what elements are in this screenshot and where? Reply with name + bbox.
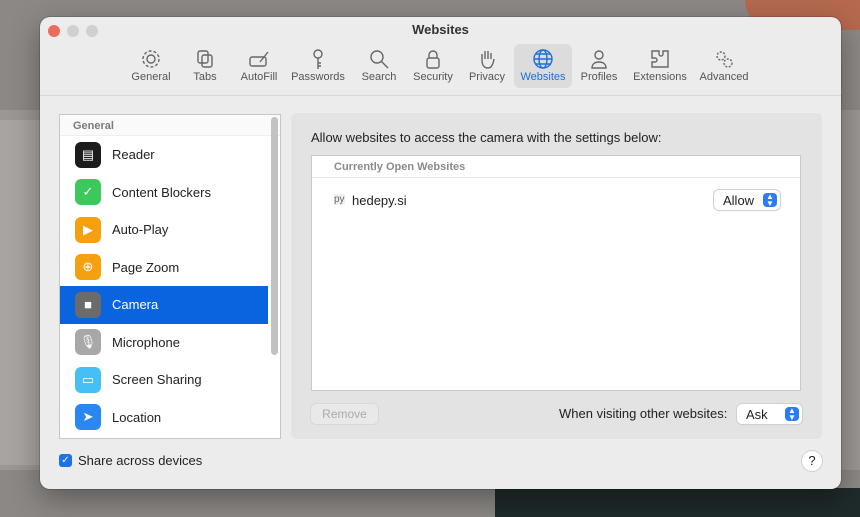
- gear-icon: [129, 48, 173, 70]
- lock-icon: [409, 48, 457, 70]
- play-icon: ▶: [75, 216, 101, 243]
- sidebar-item-label: Camera: [112, 297, 159, 313]
- tab-label: Tabs: [193, 71, 217, 83]
- search-icon: [358, 48, 400, 70]
- puzzle-icon: [629, 48, 691, 70]
- sidebar-item-label: Location: [112, 409, 162, 425]
- remove-button[interactable]: Remove: [311, 404, 378, 424]
- zoom-icon: ⊕: [75, 254, 101, 281]
- site-permission-value: Allow: [723, 193, 755, 208]
- sidebar-item-label: Microphone: [112, 334, 180, 350]
- tab-privacy[interactable]: Privacy: [465, 44, 509, 88]
- tab-label: Extensions: [633, 71, 687, 83]
- tab-label: Security: [413, 71, 453, 83]
- sidebar-item-camera[interactable]: ■ Camera: [60, 286, 268, 324]
- tab-label: AutoFill: [240, 71, 278, 83]
- person-icon: [577, 48, 621, 70]
- share-label: Share across devices: [78, 453, 203, 468]
- tab-label: Privacy: [468, 71, 506, 83]
- panel-description: Allow websites to access the camera with…: [311, 130, 662, 145]
- sidebar-item-location[interactable]: ➤ Location: [60, 399, 268, 437]
- location-icon: ➤: [75, 404, 101, 431]
- tab-label: Passwords: [291, 71, 345, 83]
- table-header: Currently Open Websites: [312, 156, 800, 178]
- sidebar-header: General: [60, 115, 280, 136]
- site-name: hedepy.si: [352, 193, 407, 208]
- sidebar-item-microphone[interactable]: 🎙 Microphone: [60, 324, 268, 362]
- sidebar-item-page-zoom[interactable]: ⊕ Page Zoom: [60, 249, 268, 287]
- tab-label: Advanced: [699, 71, 749, 83]
- hand-icon: [465, 48, 509, 70]
- tab-label: General: [131, 71, 171, 83]
- sidebar-item-label: Auto-Play: [112, 222, 169, 238]
- settings-panel: Allow websites to access the camera with…: [291, 113, 822, 439]
- other-websites-label: When visiting other websites:: [559, 406, 728, 421]
- scrollbar[interactable]: [271, 117, 278, 355]
- websites-table: Currently Open Websites py hedepy.si All…: [311, 155, 801, 391]
- reader-icon: ▤: [75, 141, 101, 168]
- tab-general[interactable]: General: [129, 44, 173, 88]
- tab-security[interactable]: Security: [409, 44, 457, 88]
- key-icon: [289, 48, 347, 70]
- tab-autofill[interactable]: AutoFill: [237, 44, 281, 88]
- chevron-updown-icon: ▲ ▼: [785, 407, 799, 422]
- tab-profiles[interactable]: Profiles: [577, 44, 621, 88]
- sidebar-item-content-blockers[interactable]: ✓ Content Blockers: [60, 174, 268, 212]
- sidebar-item-auto-play[interactable]: ▶ Auto-Play: [60, 211, 268, 249]
- camera-icon: ■: [75, 291, 101, 318]
- site-permission-popup[interactable]: Allow ▲ ▼: [714, 190, 780, 210]
- tabs-icon: [188, 48, 222, 70]
- sidebar-item-label: Content Blockers: [112, 184, 211, 200]
- microphone-icon: 🎙: [75, 329, 101, 356]
- background-image: [495, 488, 860, 517]
- sidebar-item-screen-sharing[interactable]: ▭ Screen Sharing: [60, 361, 268, 399]
- tab-tabs[interactable]: Tabs: [188, 44, 222, 88]
- tab-label: Profiles: [580, 71, 618, 83]
- other-websites-value: Ask: [746, 407, 768, 422]
- sidebar-item-reader[interactable]: ▤ Reader: [60, 136, 268, 174]
- tab-label: Websites: [520, 71, 566, 83]
- shield-icon: ✓: [75, 179, 101, 206]
- toolbar-divider: [40, 95, 841, 96]
- tab-label: Search: [361, 71, 397, 83]
- sidebar-item-label: Reader: [112, 147, 155, 163]
- sidebar-item-label: Screen Sharing: [112, 372, 202, 388]
- tab-passwords[interactable]: Passwords: [289, 44, 347, 88]
- tab-advanced[interactable]: Advanced: [696, 44, 752, 88]
- sidebar-item-label: Page Zoom: [112, 259, 180, 275]
- tab-extensions[interactable]: Extensions: [629, 44, 691, 88]
- tab-websites[interactable]: Websites: [514, 44, 572, 88]
- gears-icon: [696, 48, 752, 70]
- screen-sharing-icon: ▭: [75, 366, 101, 393]
- share-checkbox[interactable]: ✓: [59, 454, 72, 467]
- globe-icon: [514, 48, 572, 70]
- preferences-window: Websites General Tabs AutoFill Passwords Sea…: [40, 17, 841, 489]
- help-button[interactable]: ?: [802, 451, 822, 471]
- window-title: Websites: [412, 22, 469, 37]
- site-favicon: py: [334, 194, 345, 205]
- table-row[interactable]: py hedepy.si Allow ▲ ▼: [312, 178, 800, 223]
- other-websites-popup[interactable]: Ask ▲ ▼: [737, 404, 802, 424]
- autofill-icon: [237, 48, 281, 70]
- tab-search[interactable]: Search: [358, 44, 400, 88]
- sidebar-list: General ▤ Reader ✓ Content Blockers ▶ Auto-Pl…: [59, 114, 281, 439]
- chevron-updown-icon: ▲ ▼: [763, 193, 777, 208]
